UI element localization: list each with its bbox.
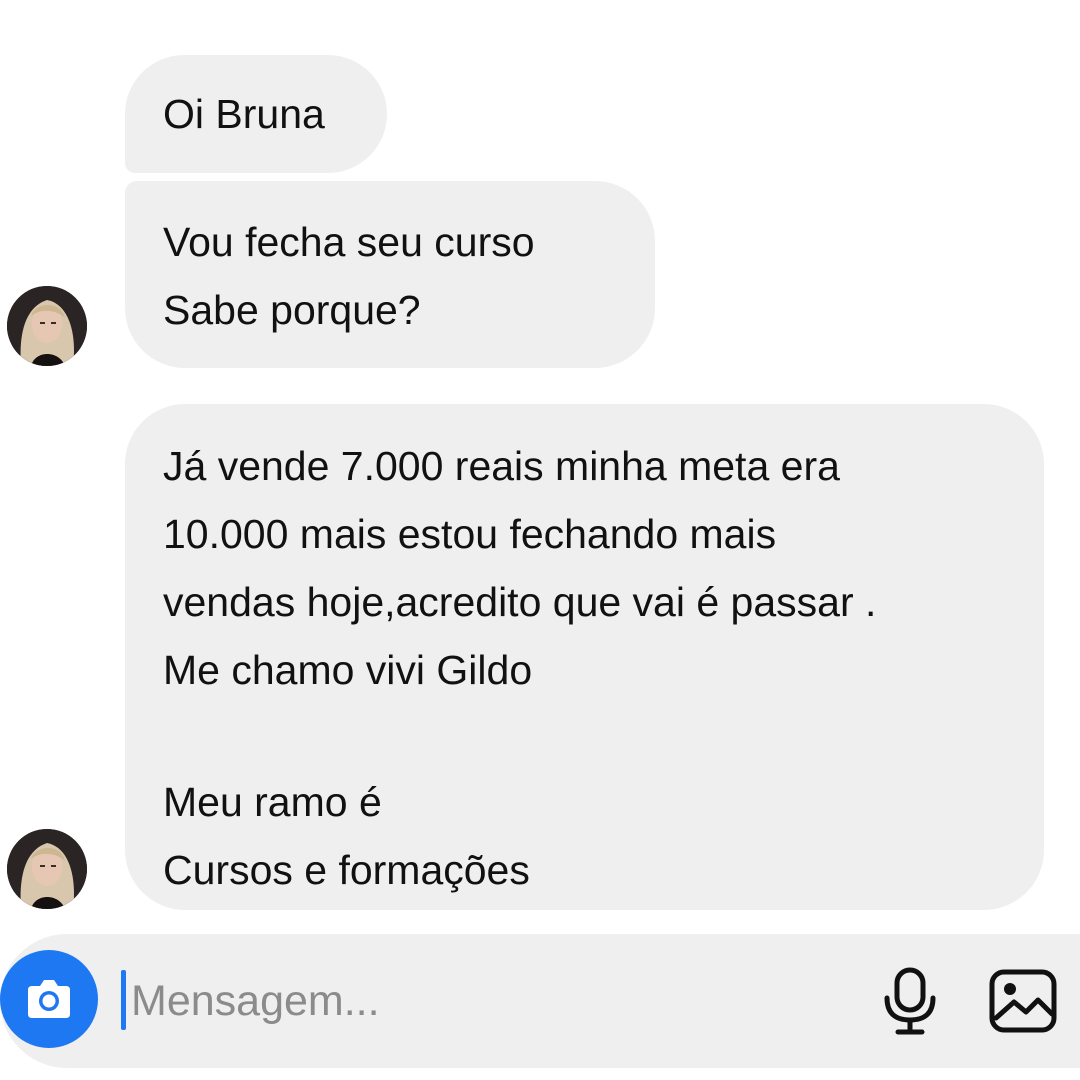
message-bubble[interactable]: Vou fecha seu curso Sabe porque? [125, 181, 655, 368]
message-text: 10.000 mais estou fechando mais [163, 511, 777, 557]
camera-button[interactable] [0, 950, 98, 1048]
message-text: Meu ramo é [163, 779, 382, 825]
avatar[interactable] [7, 829, 87, 909]
text-cursor [121, 970, 126, 1030]
message-text: Oi Bruna [163, 91, 325, 137]
message-bubble[interactable]: Já vende 7.000 reais minha meta era 10.0… [125, 404, 1044, 910]
microphone-icon[interactable] [880, 966, 940, 1036]
message-text: vendas hoje,acredito que vai é passar . [163, 579, 877, 625]
avatar[interactable] [7, 286, 87, 366]
message-bubble[interactable]: Oi Bruna [125, 55, 387, 173]
message-text: Já vende 7.000 reais minha meta era [163, 443, 840, 489]
message-text: Vou fecha seu curso [163, 219, 535, 265]
camera-icon [28, 980, 70, 1018]
message-text: Sabe porque? [163, 287, 421, 333]
image-icon[interactable] [988, 966, 1058, 1036]
message-input[interactable]: Mensagem... [131, 972, 380, 1030]
message-text: Cursos e formações [163, 847, 530, 893]
message-text: Me chamo vivi Gildo [163, 647, 533, 693]
